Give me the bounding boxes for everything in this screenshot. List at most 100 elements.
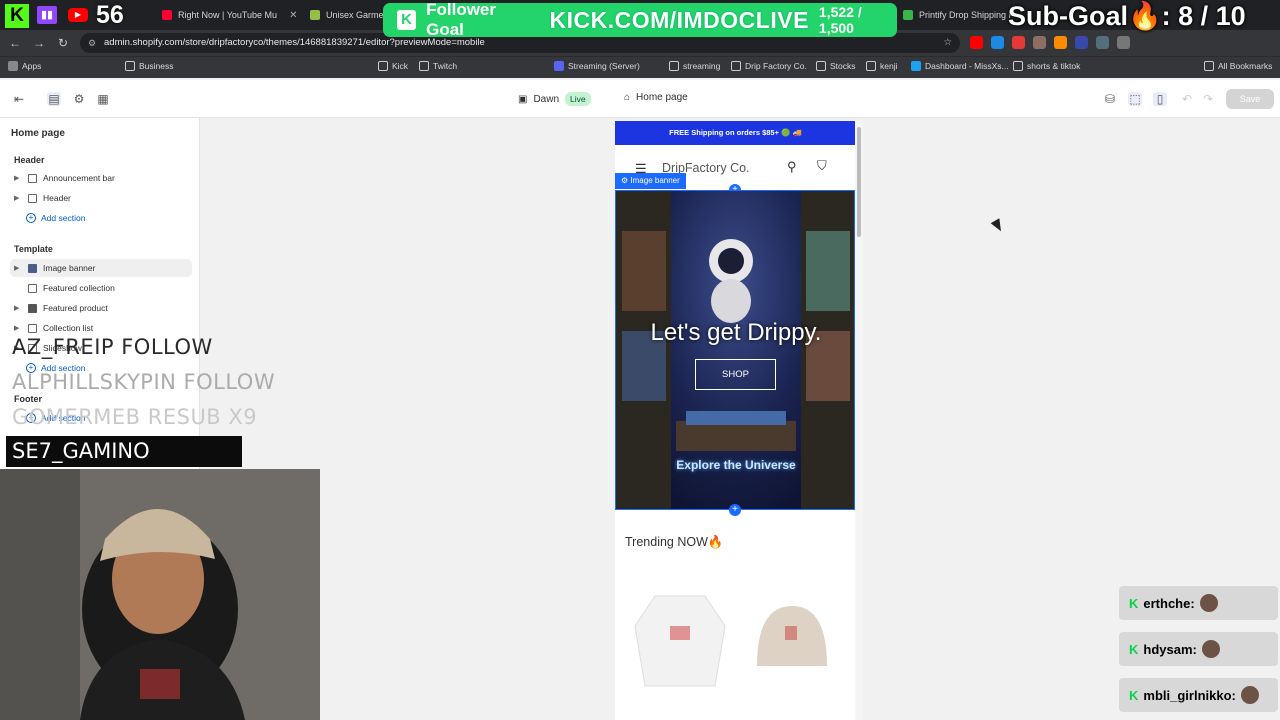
- extensions: [970, 36, 1130, 49]
- cap-image: [757, 606, 827, 666]
- printify-icon: [903, 10, 913, 20]
- all-bookmarks[interactable]: All Bookmarks: [1204, 61, 1272, 71]
- hoodie-image: [634, 595, 726, 687]
- browser-tab[interactable]: Unisex Garment: [310, 4, 390, 26]
- group-header: Header: [14, 155, 45, 165]
- section-icon: [28, 283, 37, 293]
- extension-icon[interactable]: [1012, 36, 1025, 49]
- search-icon[interactable]: ⚲: [787, 159, 797, 175]
- bookmark-link[interactable]: Dashboard - MissXs...: [911, 61, 1009, 71]
- insert-section-icon[interactable]: +: [729, 504, 741, 516]
- bookmark-folder[interactable]: kenji: [866, 61, 897, 71]
- chevron-right-icon[interactable]: ▶: [14, 324, 22, 332]
- page-selector[interactable]: ⌂ Home page: [624, 92, 688, 103]
- goal-label: Follower Goal: [426, 0, 497, 39]
- section-image-banner[interactable]: ▶ Image banner: [10, 259, 192, 277]
- folder-icon: [1204, 61, 1214, 71]
- extension-icon[interactable]: [1054, 36, 1067, 49]
- clothes-left: [622, 231, 666, 311]
- folder-icon: [866, 61, 876, 71]
- scrollbar-thumb[interactable]: [857, 127, 861, 237]
- app-embeds-icon[interactable]: ▦: [96, 92, 110, 106]
- announcement-bar[interactable]: FREE Shipping on orders $85+ 🟢 🚚: [615, 121, 856, 145]
- avatar: [1199, 594, 1218, 612]
- puzzle-icon[interactable]: [1117, 36, 1130, 49]
- star-icon[interactable]: ☆: [943, 33, 952, 53]
- inspector-icon[interactable]: ⛁: [1103, 92, 1117, 106]
- chevron-right-icon[interactable]: ▶: [14, 264, 22, 272]
- display-table: [676, 421, 796, 451]
- bookmarks-bar: Apps Business Kick Twitch Streaming (Ser…: [0, 56, 1280, 78]
- theme-name: Dawn: [533, 93, 560, 105]
- chevron-right-icon[interactable]: ▶: [14, 174, 22, 182]
- section-announcement-bar[interactable]: ▶ Announcement bar: [10, 169, 192, 187]
- shadow: [0, 469, 80, 720]
- undo-icon[interactable]: ↶: [1180, 92, 1194, 106]
- bookmark-folder[interactable]: Stocks: [816, 61, 856, 71]
- save-button[interactable]: Save: [1226, 89, 1274, 109]
- section-icon: [28, 323, 37, 333]
- chevron-right-icon[interactable]: ▶: [14, 304, 22, 312]
- exit-icon[interactable]: ⇤: [12, 92, 26, 106]
- discord-icon: [554, 61, 564, 71]
- dashboard-icon: [911, 61, 921, 71]
- screen: Right Now | YouTube Mu ✕ Unisex Garment …: [0, 0, 1280, 720]
- sub-goal-label: Sub-Goal: [1008, 1, 1128, 31]
- extension-icon[interactable]: [1075, 36, 1088, 49]
- section-featured-collection[interactable]: Featured collection: [10, 279, 192, 297]
- follow-alert: AZ_FREIP FOLLOW: [12, 335, 213, 359]
- folder-icon: [669, 61, 679, 71]
- select-icon[interactable]: ⬚: [1128, 92, 1142, 106]
- bookmark-link[interactable]: Streaming (Server): [554, 61, 640, 71]
- section-featured-product[interactable]: ▶ Featured product: [10, 299, 192, 317]
- extension-icon[interactable]: [991, 36, 1004, 49]
- browser-tab[interactable]: Printify Drop Shipping Pr: [903, 4, 1013, 26]
- section-icon: [28, 173, 37, 183]
- bookmark-folder[interactable]: Kick: [378, 61, 408, 71]
- browser-tab[interactable]: Right Now | YouTube Mu ✕: [162, 4, 302, 26]
- bookmark-folder[interactable]: streaming: [669, 61, 720, 71]
- add-section-button[interactable]: + Add section: [26, 213, 85, 223]
- forward-icon[interactable]: →: [30, 34, 48, 52]
- extension-icon[interactable]: [970, 36, 983, 49]
- extension-icon[interactable]: [1096, 36, 1109, 49]
- close-icon[interactable]: ✕: [289, 10, 297, 21]
- back-icon[interactable]: ←: [6, 34, 24, 52]
- reload-icon[interactable]: ↻: [54, 34, 72, 52]
- bookmark-folder[interactable]: shorts & tiktok: [1013, 61, 1080, 71]
- image-banner[interactable]: Let's get Drippy. SHOP Explore the Unive…: [615, 190, 855, 510]
- group-footer: Footer: [14, 394, 42, 404]
- bookmark-folder[interactable]: Twitch: [419, 61, 457, 71]
- shop-button[interactable]: SHOP: [695, 359, 776, 390]
- site-info-icon[interactable]: ⚙: [88, 33, 96, 53]
- chevron-right-icon[interactable]: ▶: [14, 194, 22, 202]
- clothes-right: [806, 231, 850, 311]
- bookmark-label: streaming: [683, 61, 721, 71]
- theme-icon: ▣: [518, 93, 528, 105]
- theme-selector[interactable]: ▣ Dawn Live: [518, 92, 591, 106]
- section-label: Featured product: [43, 303, 108, 313]
- section-label: Featured collection: [43, 283, 115, 293]
- sections-icon[interactable]: ▤: [47, 92, 61, 106]
- product-card-cap[interactable]: [737, 586, 847, 696]
- section-header[interactable]: ▶ Header: [10, 189, 192, 207]
- hoodie-print: [670, 626, 690, 640]
- mobile-preview-icon[interactable]: ▯: [1153, 92, 1167, 106]
- settings-icon[interactable]: ⚙: [72, 92, 86, 106]
- bookmark-folder[interactable]: Business: [125, 61, 174, 71]
- follow-alert: ALPHILLSKYPIN FOLLOW: [12, 370, 276, 394]
- mouse-cursor: [990, 218, 1006, 234]
- bookmark-label: All Bookmarks: [1218, 61, 1273, 71]
- bookmark-apps[interactable]: Apps: [8, 61, 41, 71]
- youtube-logo: ▶: [68, 8, 88, 22]
- preview-scrollbar[interactable]: [855, 121, 863, 720]
- extension-icon[interactable]: [1033, 36, 1046, 49]
- section-tag-label: Image banner: [630, 176, 680, 185]
- bookmark-folder[interactable]: Drip Factory Co.: [731, 61, 807, 71]
- trending-heading: Trending NOW🔥: [625, 535, 724, 549]
- cart-icon[interactable]: ⛉: [817, 158, 827, 174]
- redo-icon[interactable]: ↷: [1201, 92, 1215, 106]
- product-card-hoodie[interactable]: [625, 586, 735, 696]
- folded-clothes: [686, 411, 786, 425]
- section-tag: ⚙ Image banner: [615, 173, 686, 189]
